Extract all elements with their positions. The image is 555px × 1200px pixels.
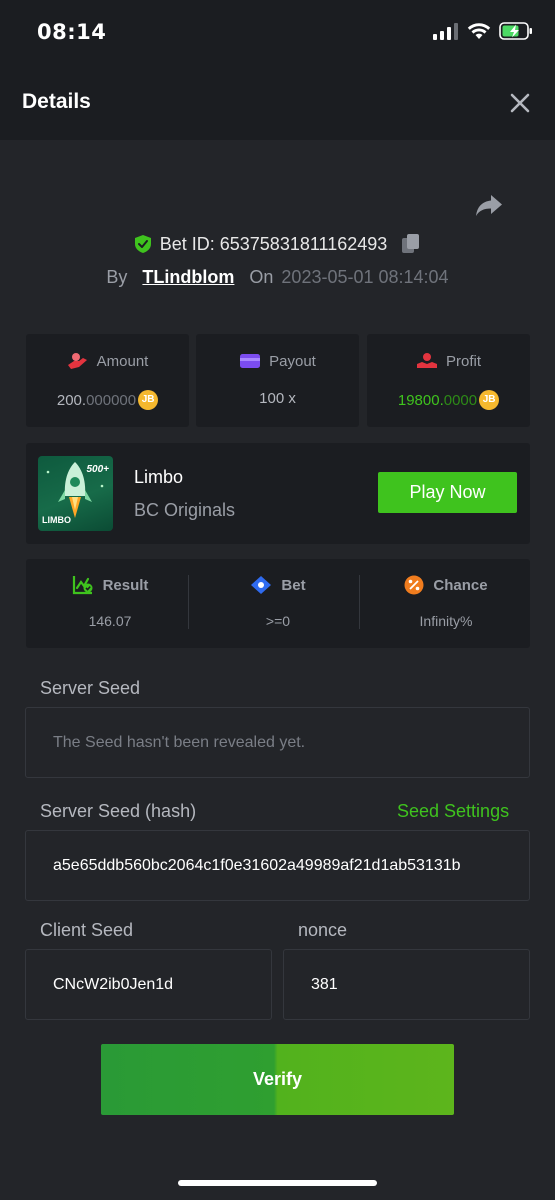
share-button[interactable] bbox=[474, 192, 504, 220]
share-icon bbox=[476, 195, 502, 216]
server-seed-field: The Seed hasn't been revealed yet. bbox=[25, 707, 530, 778]
divider bbox=[359, 575, 360, 629]
client-seed-field[interactable]: CNcW2ib0Jen1d bbox=[25, 949, 272, 1020]
home-indicator[interactable] bbox=[178, 1180, 377, 1186]
game-provider: BC Originals bbox=[134, 500, 236, 520]
thumb-badge: 500+ bbox=[86, 464, 109, 475]
chance-label: Chance bbox=[433, 576, 488, 594]
close-icon bbox=[510, 93, 530, 113]
client-seed-value: CNcW2ib0Jen1d bbox=[53, 975, 174, 993]
close-button[interactable] bbox=[509, 92, 531, 114]
amount-label: Amount bbox=[96, 352, 149, 370]
result-label: Result bbox=[102, 576, 149, 594]
chance-value: Infinity% bbox=[419, 613, 473, 629]
status-bar: 08:14 bbox=[0, 0, 555, 66]
server-seed-hash-label: Server Seed (hash) bbox=[40, 801, 197, 821]
payout-value: 100 x bbox=[259, 390, 296, 407]
seed-settings-link[interactable]: Seed Settings bbox=[397, 801, 509, 822]
username-link[interactable]: TLindblom bbox=[142, 267, 234, 288]
nonce-field[interactable]: 381 bbox=[283, 949, 530, 1020]
bet-id-row: Bet ID: 65375831811162493 bbox=[0, 230, 555, 258]
bet-meta-row: By TLindblom On 2023-05-01 08:14:04 bbox=[0, 263, 555, 291]
chart-check-icon bbox=[72, 576, 93, 595]
client-seed-label: Client Seed bbox=[40, 920, 134, 940]
bet-id: Bet ID: 65375831811162493 bbox=[159, 233, 388, 254]
copy-icon bbox=[402, 234, 420, 253]
amount-card: Amount 200. 000000 JB bbox=[26, 334, 189, 427]
server-seed-label: Server Seed bbox=[40, 678, 141, 698]
amount-value-main: 200. bbox=[56, 391, 87, 409]
coin-icon: JB bbox=[479, 390, 500, 410]
game-name: Limbo bbox=[134, 467, 184, 487]
verify-button[interactable]: Verify bbox=[101, 1044, 454, 1115]
percent-icon bbox=[404, 575, 424, 595]
bet-value: >=0 bbox=[265, 613, 291, 629]
nonce-value: 381 bbox=[311, 975, 338, 993]
server-seed-value: The Seed hasn't been revealed yet. bbox=[53, 733, 306, 751]
amount-value-decimals: 000000 bbox=[86, 391, 137, 409]
chance-column: Chance Infinity% bbox=[362, 559, 530, 648]
profit-value-decimals: 0000 bbox=[443, 391, 478, 409]
bet-column: Bet >=0 bbox=[194, 559, 362, 648]
thumb-title: LIMBO bbox=[42, 515, 71, 525]
game-thumbnail[interactable]: 500+ LIMBO bbox=[38, 456, 113, 531]
status-time: 08:14 bbox=[37, 20, 107, 44]
on-label: On bbox=[249, 266, 274, 287]
shield-check-icon bbox=[134, 235, 151, 253]
profit-card: Profit 19800. 0000 JB bbox=[367, 334, 530, 427]
server-seed-hash-field[interactable]: a5e65ddb560bc2064c1f0e31602a49989af21d1a… bbox=[25, 830, 530, 901]
by-label: By bbox=[106, 266, 128, 287]
battery-charging-icon bbox=[499, 22, 533, 45]
details-header: Details bbox=[0, 66, 555, 140]
wallet-icon bbox=[240, 354, 261, 368]
copy-button[interactable] bbox=[401, 233, 421, 255]
server-seed-hash-value: a5e65ddb560bc2064c1f0e31602a49989af21d1a… bbox=[53, 856, 461, 874]
profit-hand-icon bbox=[416, 353, 437, 368]
payout-card: Payout 100 x bbox=[196, 334, 359, 427]
bet-date: 2023-05-01 08:14:04 bbox=[281, 266, 449, 287]
payout-label: Payout bbox=[269, 352, 316, 370]
game-card: 500+ LIMBO Limbo BC Originals Play Now bbox=[26, 443, 530, 544]
divider bbox=[188, 575, 189, 629]
result-value: 146.07 bbox=[88, 613, 132, 629]
status-icons bbox=[433, 22, 533, 45]
signal-icon bbox=[433, 22, 459, 45]
wifi-icon bbox=[467, 22, 491, 45]
page-title: Details bbox=[22, 90, 91, 113]
profit-label: Profit bbox=[445, 352, 481, 370]
play-now-button[interactable]: Play Now bbox=[378, 472, 517, 513]
bet-label: Bet bbox=[281, 576, 306, 594]
ticket-icon bbox=[251, 576, 272, 594]
profit-value-main: 19800. bbox=[397, 391, 444, 409]
nonce-label: nonce bbox=[298, 920, 348, 940]
result-column: Result 146.07 bbox=[26, 559, 194, 648]
hand-coin-icon bbox=[67, 353, 87, 369]
coin-icon: JB bbox=[138, 390, 159, 410]
results-card: Result 146.07 Bet >=0 Chance Infinity% bbox=[26, 559, 530, 648]
